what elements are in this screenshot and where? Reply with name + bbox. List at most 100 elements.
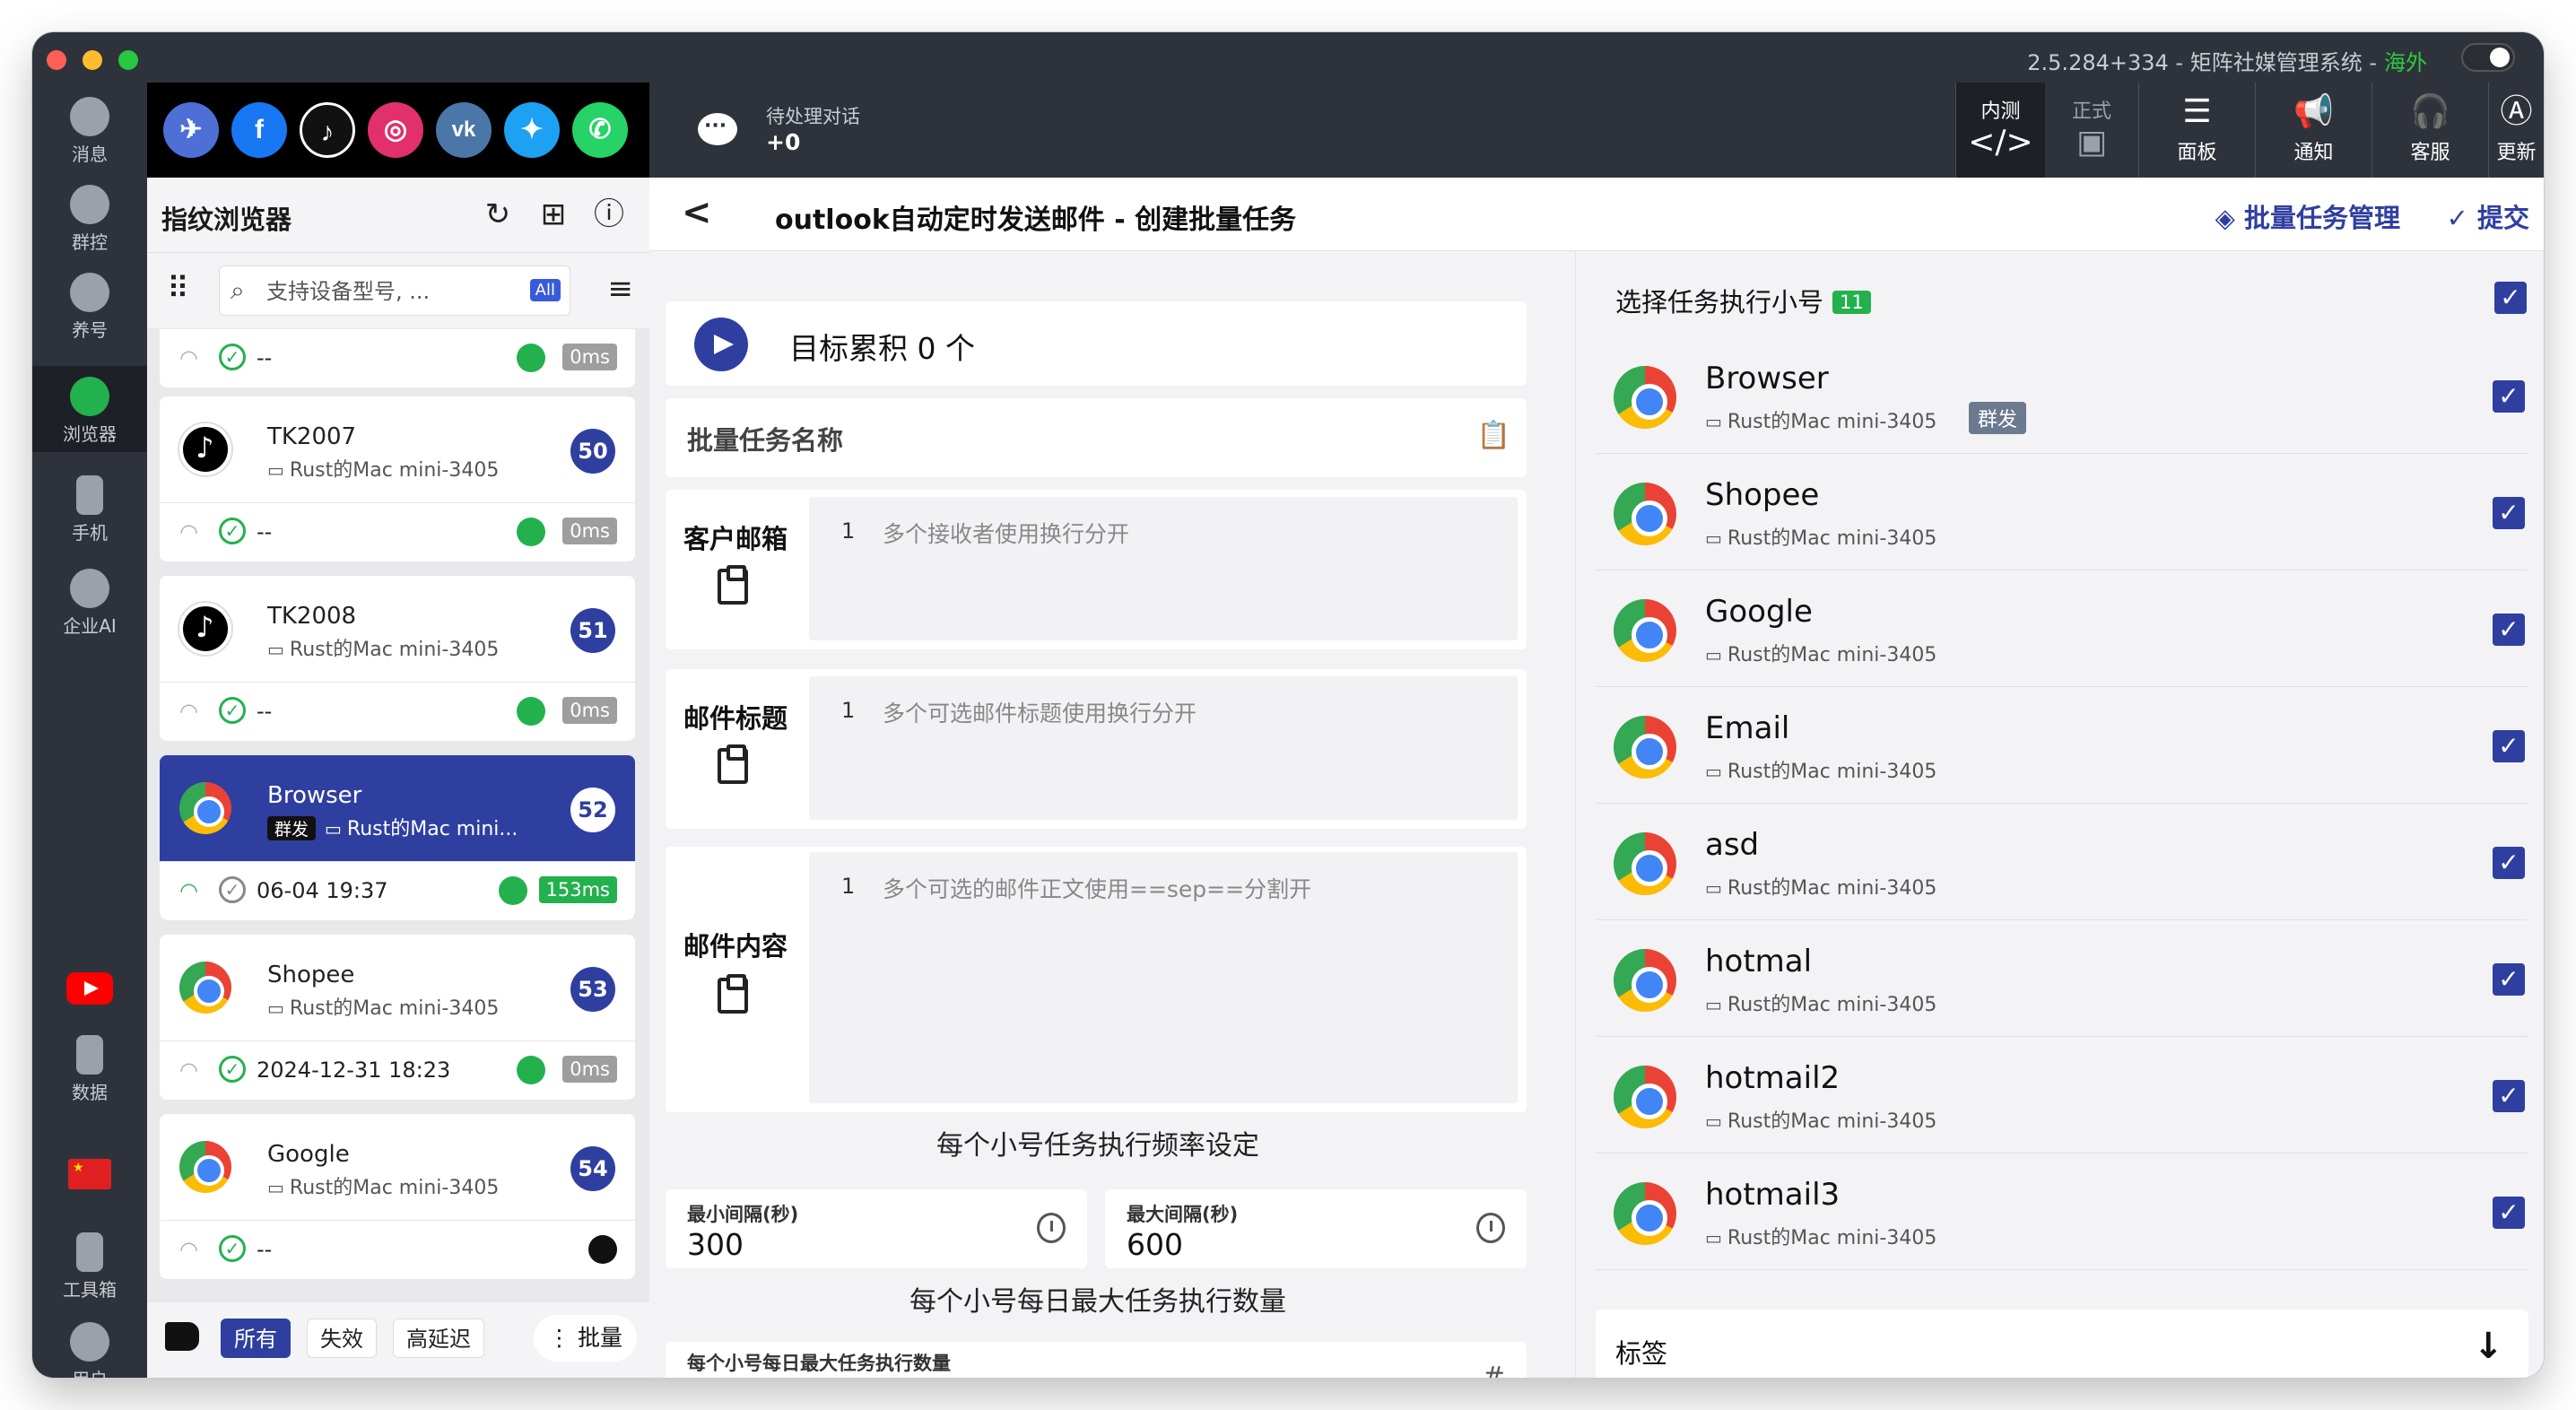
account-checkbox[interactable]: ✓ [2493,963,2525,996]
all-filter-badge[interactable]: All [529,279,561,301]
filter-tab-high-latency[interactable]: 高延迟 [393,1319,484,1358]
rail-item-enterprise-ai[interactable]: 企业AI [32,558,147,644]
rail-item-toolbox[interactable]: 工具箱 [32,1222,147,1308]
refresh-icon[interactable]: ↻ [481,197,515,231]
batch-task-manage-button[interactable]: ◈ 批量任务管理 [2215,197,2400,235]
minimize-window-button[interactable] [83,50,102,70]
vk-icon[interactable]: vk [436,102,492,158]
batch-button[interactable]: ⋮ 批量 [534,1315,637,1362]
panel-button[interactable]: ☰ 面板 [2138,83,2255,178]
email-placeholder: 多个接收者使用换行分开 [883,521,1130,547]
tag-label: 标签 [1615,1338,1668,1369]
rail-item-browser[interactable]: 浏览器 [32,366,147,452]
add-icon[interactable]: ⊞ [536,197,570,231]
subject-editor[interactable]: 1 多个可选邮件标题使用换行分开 [809,676,1518,820]
clipboard-icon[interactable] [718,565,748,605]
account-checkbox[interactable]: ✓ [2493,730,2525,762]
max-daily-count-field[interactable]: 每个小号每日最大任务执行数量 50 # [666,1342,1527,1378]
device-card[interactable]: TK2008 ▭Rust的Mac mini-3405 51 ◠ ✓ -- 0ms [160,576,635,741]
batch-name-field[interactable]: 批量任务名称 📋 [666,398,1527,477]
clipboard-icon[interactable] [718,744,748,784]
rail-item-user[interactable]: 用户 [32,1311,147,1378]
tag-icon[interactable] [165,1322,199,1351]
line-number: 1 [841,698,856,723]
device-card[interactable]: Shopee ▭ Rust的Mac mini-3405 53 ◠ ✓ 2024-1… [160,935,635,1100]
submit-button[interactable]: ✓ 提交 [2447,197,2529,235]
send-icon [694,318,748,371]
tag-selector[interactable]: 标签 ↓ [1596,1310,2528,1378]
theme-toggle[interactable] [2461,43,2515,72]
account-row[interactable]: Email ▭ Rust的Mac mini-3405 ✓ [1596,689,2528,804]
account-checkbox[interactable]: ✓ [2493,380,2525,413]
back-arrow-icon[interactable]: < [682,192,712,233]
youtube-icon[interactable] [66,972,113,1005]
account-select-title: 选择任务执行小号 11 [1615,282,1871,319]
browser-app-icon[interactable]: ✈ [163,102,219,158]
account-checkbox[interactable]: ✓ [2493,1080,2525,1112]
account-host: Rust的Mac mini-3405 [1727,994,1937,1016]
subject-label: 邮件标题 [683,703,788,734]
rail-item-group-control[interactable]: 群控 [32,174,147,260]
device-panel-header: 指纹浏览器 ↻ ⊞ ⓘ [147,178,649,253]
max-interval-field[interactable]: 最大间隔(秒) 600 [1105,1189,1527,1268]
facebook-icon[interactable]: f [231,102,287,158]
account-row[interactable]: Browser ▭ Rust的Mac mini-3405 群发 ✓ [1596,339,2528,454]
device-card[interactable]: TK2007 ▭Rust的Mac mini-3405 50 ◠ ✓ -- 0ms [160,396,635,561]
filter-tab-all[interactable]: 所有 [221,1319,291,1358]
info-icon[interactable]: ⓘ [592,197,626,231]
max-count-section-title: 每个小号每日最大任务执行数量 [909,1286,1286,1318]
ai-head-icon [70,569,109,608]
target-count-card: 目标累积 0 个 [666,301,1527,386]
device-card[interactable]: ◠ ✓ -- 0ms [160,328,635,387]
account-row[interactable]: hotmail2 ▭ Rust的Mac mini-3405 ✓ [1596,1039,2528,1153]
email-editor[interactable]: 1 多个接收者使用换行分开 [809,497,1518,640]
clipboard-icon[interactable]: 📋 [1477,420,1510,451]
account-row[interactable]: Google ▭ Rust的Mac mini-3405 ✓ [1596,572,2528,687]
clipboard-icon[interactable] [718,974,748,1014]
search-icon: ⌕ [231,275,245,305]
chat-icon[interactable] [698,113,737,145]
sort-icon[interactable]: ≡ [608,271,634,307]
content-editor[interactable]: 1 多个可选的邮件正文使用==sep==分割开 [809,852,1518,1103]
grid-view-icon[interactable]: ⠿ [167,273,199,305]
laptop-icon: ▭ [267,1177,284,1198]
device-name: Browser [267,782,362,809]
china-flag-icon[interactable] [68,1159,111,1189]
device-card-selected[interactable]: Browser 群发 ▭ Rust的Mac mini... 52 ◠ ✓ 06-04… [160,755,635,920]
filter-tab-invalid[interactable]: 失效 [307,1319,377,1358]
env-prod-button[interactable]: 正式 ▣ [2045,83,2138,178]
maximize-window-button[interactable] [118,50,138,70]
device-card[interactable]: Google ▭ Rust的Mac mini-3405 54 ◠ ✓ -- [160,1114,635,1279]
close-window-button[interactable] [47,50,66,70]
rail-item-messages[interactable]: 消息 [32,86,147,172]
whatsapp-icon[interactable]: ✆ [572,102,628,158]
account-row[interactable]: Shopee ▭ Rust的Mac mini-3405 ✓ [1596,456,2528,570]
tiktok-icon[interactable]: ♪ [300,102,355,158]
account-name: Shopee [1705,477,1820,513]
laptop-icon: ▭ [1705,1227,1722,1249]
update-button[interactable]: Ⓐ 更新 [2488,83,2544,178]
account-row[interactable]: hotmal ▭ Rust的Mac mini-3405 ✓ [1596,922,2528,1037]
instagram-icon[interactable]: ◎ [368,102,423,158]
account-checkbox[interactable]: ✓ [2493,847,2525,879]
min-interval-field[interactable]: 最小间隔(秒) 300 [666,1189,1087,1268]
device-search-input[interactable] [266,275,500,308]
account-checkbox[interactable]: ✓ [2493,497,2525,529]
device-search-row: ⠿ ⌕ All ≡ [147,253,649,328]
account-row[interactable]: asd ▭ Rust的Mac mini-3405 ✓ [1596,805,2528,920]
twitter-icon[interactable]: ✦ [504,102,560,158]
support-button[interactable]: 🎧 客服 [2371,83,2488,178]
rail-item-data[interactable]: 数据 [32,1024,147,1110]
account-checkbox[interactable]: ✓ [2493,1197,2525,1229]
account-row[interactable]: hotmail3 ▭ Rust的Mac mini-3405 ✓ [1596,1155,2528,1270]
rail-item-phone[interactable]: 手机 [32,465,147,551]
latency-badge: 0ms [562,697,617,724]
account-checkbox[interactable]: ✓ [2493,614,2525,646]
max-daily-value: 50 [687,1376,721,1378]
chrome-icon [1614,716,1676,779]
timer-icon [1476,1213,1505,1243]
env-test-button[interactable]: 内测 </> [1955,83,2045,178]
notify-button[interactable]: 📢 通知 [2255,83,2371,178]
select-all-checkbox[interactable]: ✓ [2494,282,2527,314]
rail-item-nurture[interactable]: 养号 [32,262,147,348]
